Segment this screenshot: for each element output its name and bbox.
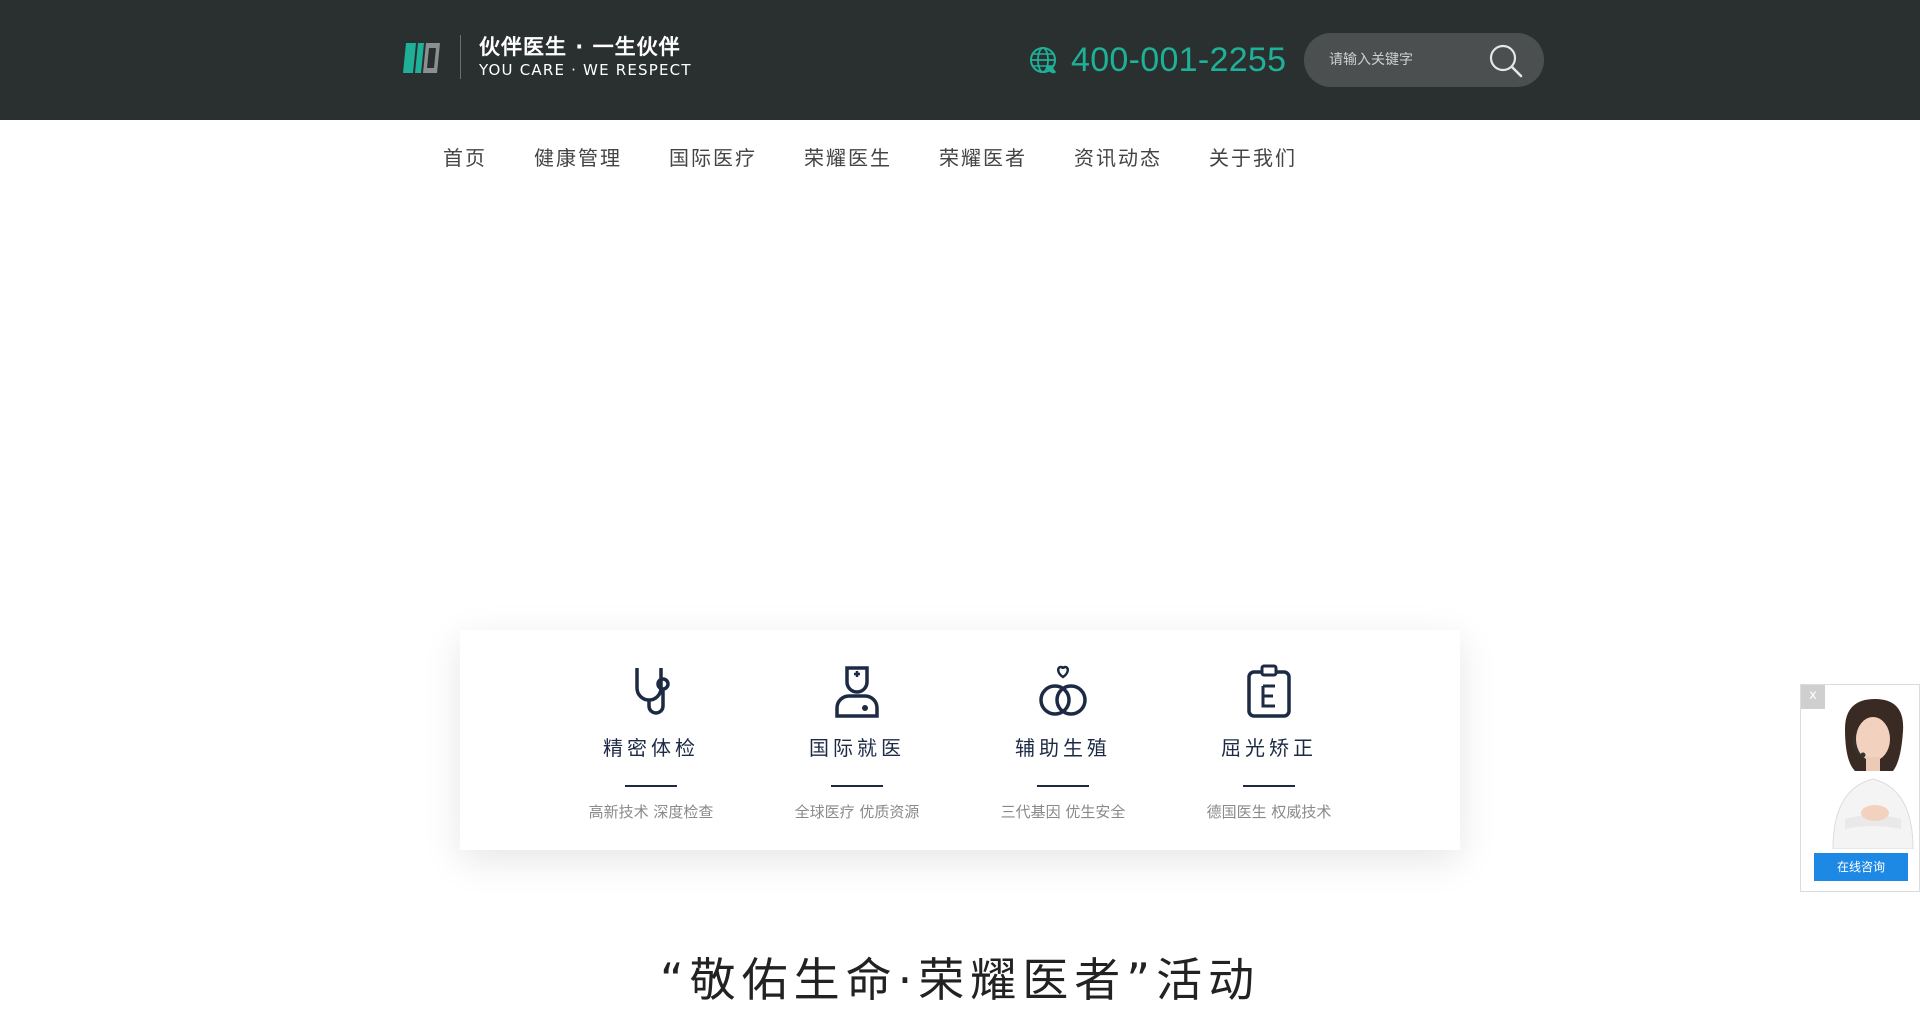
service-title: 国际就医 [809,736,905,760]
service-international-medical[interactable]: 国际就医 全球医疗 优质资源 [777,630,937,850]
nav-item-honor-doctor[interactable]: 荣耀医生 [804,142,892,171]
service-title: 辅助生殖 [1015,736,1111,760]
hotline: 400-001-2255 [1028,40,1286,80]
main-nav: 首页 健康管理 国际医疗 荣耀医生 荣耀医者 资讯动态 关于我们 [0,120,1920,188]
online-consult-button[interactable]: 在线咨询 [1814,853,1908,881]
service-title: 精密体检 [603,736,699,760]
logo-divider [460,35,461,79]
search-icon[interactable] [1488,43,1524,79]
site-header: 伙伴医生 · 一生伙伴 YOU CARE · WE RESPECT 400-00… [0,0,1920,120]
section-title: “敬佑生命·荣耀医者”活动 [659,953,1261,1007]
service-divider [831,785,883,787]
customer-service-avatar [1832,699,1914,849]
globe-phone-icon [1030,47,1056,74]
services-card: 精密体检 高新技术 深度检查 国际就医 全球医疗 优质资源 辅助生殖 三代基因 … [460,630,1460,850]
hero-banner [0,188,1920,628]
nav-item-international-medical[interactable]: 国际医疗 [669,142,757,171]
nav-item-news[interactable]: 资讯动态 [1074,142,1162,171]
service-divider [1243,785,1295,787]
service-divider [625,785,677,787]
logo-text: 伙伴医生 · 一生伙伴 YOU CARE · WE RESPECT [479,34,692,80]
logo-slogan: YOU CARE · WE RESPECT [479,61,692,79]
service-title: 屈光矫正 [1221,736,1317,760]
stethoscope-icon [635,668,670,715]
logo-title: 伙伴医生 · 一生伙伴 [479,35,681,59]
eye-chart-icon [1247,664,1291,718]
service-desc: 三代基因 优生安全 [1000,803,1126,821]
online-consult-widget: x 在线咨询 [1800,684,1920,892]
service-desc: 高新技术 深度检查 [588,803,714,821]
service-desc: 德国医生 权威技术 [1206,803,1332,821]
service-divider [1037,785,1089,787]
site-logo[interactable]: 伙伴医生 · 一生伙伴 YOU CARE · WE RESPECT [402,34,692,80]
search-box [1304,33,1544,87]
nav-item-health-management[interactable]: 健康管理 [534,142,622,171]
nav-item-home[interactable]: 首页 [443,142,487,171]
service-assisted-reproduction[interactable]: 辅助生殖 三代基因 优生安全 [983,630,1143,850]
service-refractive-correction[interactable]: 屈光矫正 德国医生 权威技术 [1189,630,1349,850]
hotline-number[interactable]: 400-001-2255 [1071,41,1286,80]
rings-icon [1039,665,1087,716]
consult-close-button[interactable]: x [1801,685,1825,709]
nav-list: 首页 健康管理 国际医疗 荣耀医生 荣耀医者 资讯动态 关于我们 [443,142,1344,171]
service-physical-exam[interactable]: 精密体检 高新技术 深度检查 [571,630,731,850]
service-desc: 全球医疗 优质资源 [794,803,920,821]
nav-item-honor-medics[interactable]: 荣耀医者 [939,142,1027,171]
logo-mark-icon [403,43,440,73]
doctor-icon [835,666,879,718]
search-input[interactable] [1329,52,1489,68]
nav-item-about-us[interactable]: 关于我们 [1209,142,1297,171]
